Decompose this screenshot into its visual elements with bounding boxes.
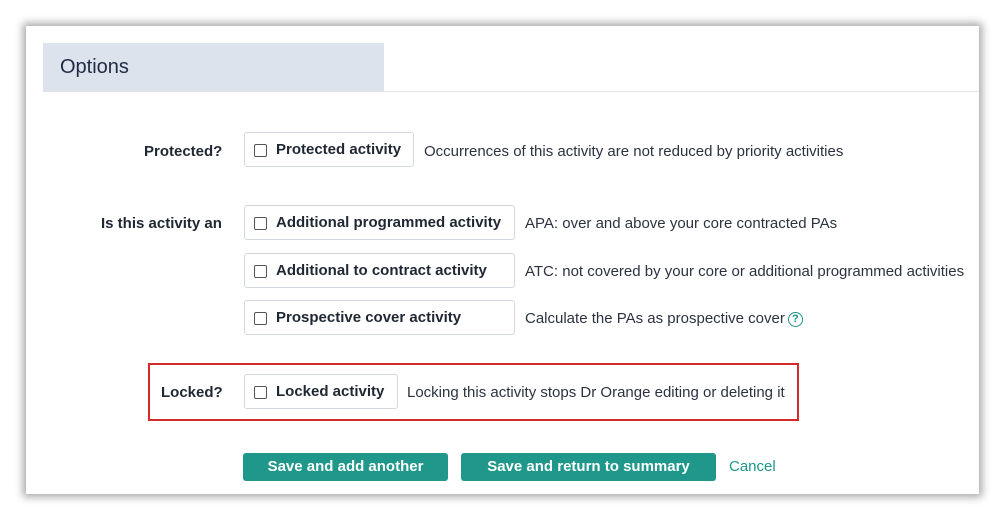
activity-type-label: Is this activity an xyxy=(101,215,222,232)
apa-description: APA: over and above your core contracted… xyxy=(525,215,838,232)
checkbox-icon[interactable] xyxy=(254,312,267,325)
options-panel: Options Protected? Protected activity Oc… xyxy=(26,26,979,494)
checkbox-icon[interactable] xyxy=(254,144,267,157)
protected-activity-label: Protected activity xyxy=(276,141,402,158)
protected-label: Protected? xyxy=(144,143,223,160)
additional-to-contract-activity-label: Additional to contract activity xyxy=(276,262,487,279)
checkbox-icon[interactable] xyxy=(254,217,267,230)
locked-activity-label: Locked activity xyxy=(276,383,385,400)
locked-activity-checkbox[interactable]: Locked activity xyxy=(244,374,398,409)
additional-programmed-activity-label: Additional programmed activity xyxy=(276,214,502,231)
prospective-cover-description-text: Calculate the PAs as prospective cover xyxy=(525,310,785,327)
additional-to-contract-activity-checkbox[interactable]: Additional to contract activity xyxy=(244,253,515,288)
prospective-cover-activity-label: Prospective cover activity xyxy=(276,309,462,326)
additional-programmed-activity-checkbox[interactable]: Additional programmed activity xyxy=(244,205,515,240)
atc-description: ATC: not covered by your core or additio… xyxy=(525,263,965,280)
prospective-cover-activity-checkbox[interactable]: Prospective cover activity xyxy=(244,300,515,335)
protected-description: Occurrences of this activity are not red… xyxy=(424,143,844,160)
prospective-cover-description: Calculate the PAs as prospective cover? xyxy=(525,310,803,327)
save-and-return-button[interactable]: Save and return to summary xyxy=(461,453,716,481)
locked-label: Locked? xyxy=(161,384,223,401)
section-divider xyxy=(384,91,979,92)
section-tab: Options xyxy=(43,43,384,92)
checkbox-icon[interactable] xyxy=(254,386,267,399)
section-title: Options xyxy=(60,56,129,78)
locked-description: Locking this activity stops Dr Orange ed… xyxy=(407,384,785,401)
save-and-add-another-button[interactable]: Save and add another xyxy=(243,453,448,481)
checkbox-icon[interactable] xyxy=(254,265,267,278)
question-circle-icon[interactable]: ? xyxy=(787,312,803,327)
protected-activity-checkbox[interactable]: Protected activity xyxy=(244,132,414,167)
cancel-link[interactable]: Cancel xyxy=(729,458,776,475)
